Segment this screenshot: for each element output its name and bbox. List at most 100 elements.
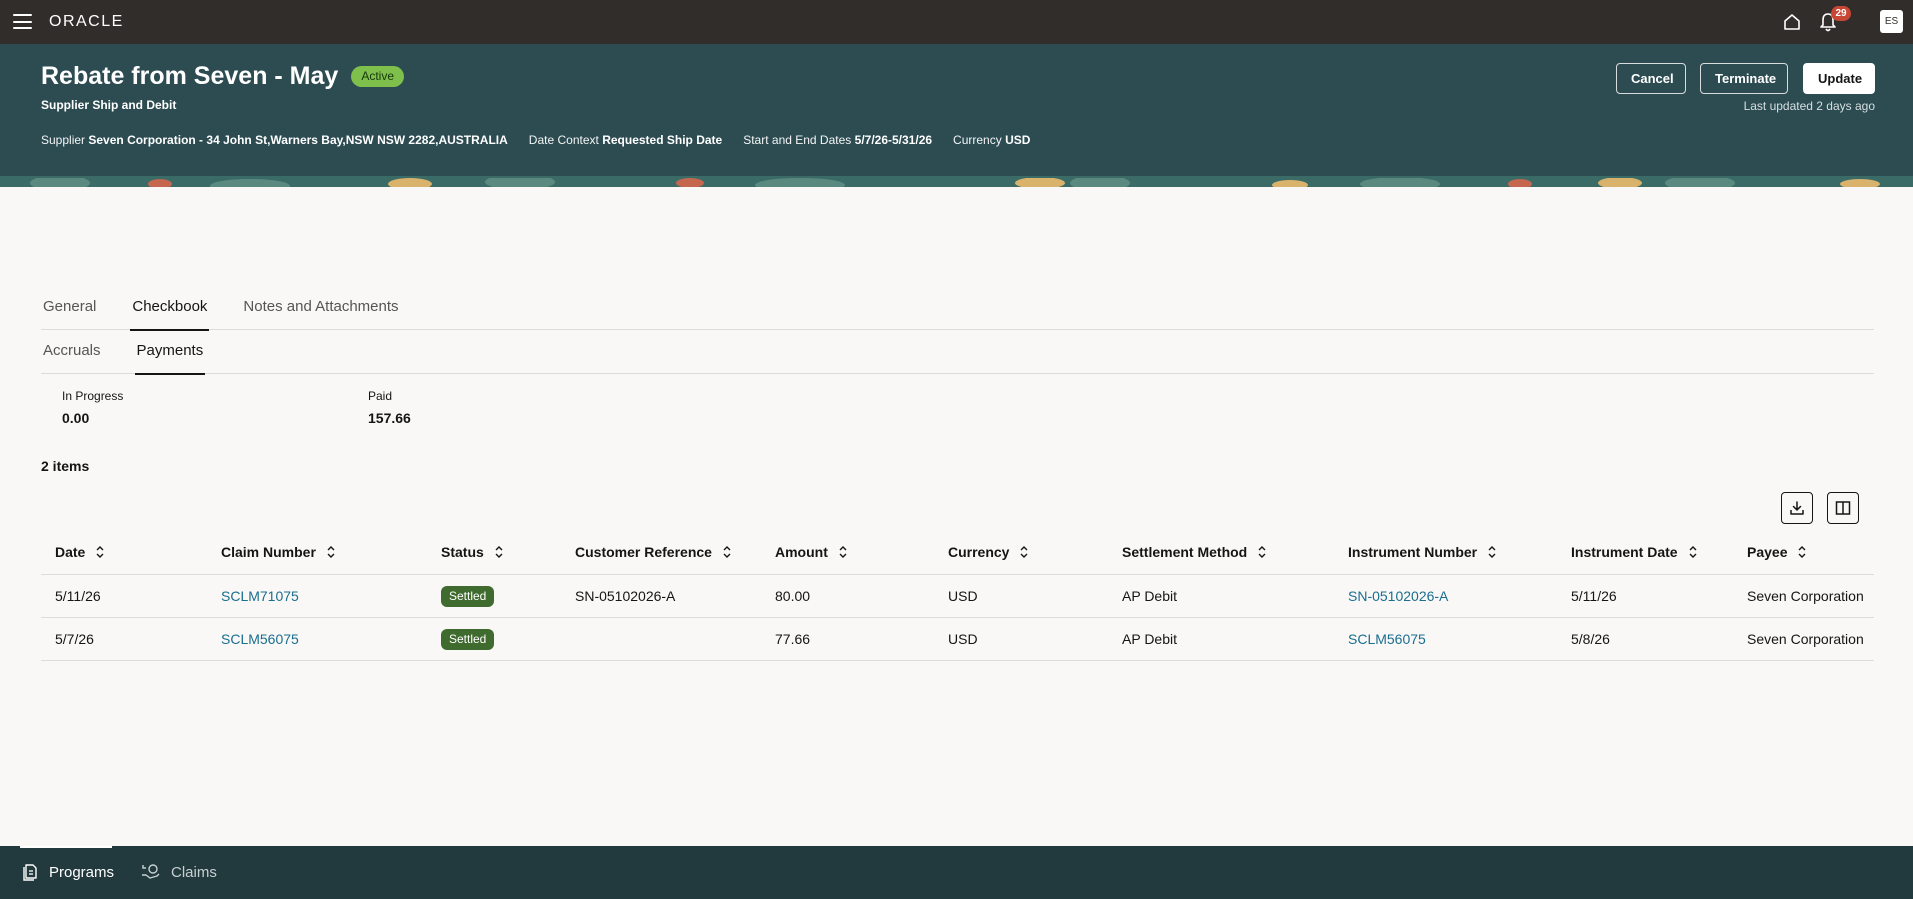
cell-settlement-method: AP Debit bbox=[1122, 588, 1177, 604]
paid-summary: Paid 157.66 bbox=[368, 389, 411, 426]
nav-claims-label: Claims bbox=[171, 863, 217, 881]
columns-icon bbox=[1835, 501, 1851, 515]
title-row: Rebate from Seven - May Active bbox=[41, 62, 405, 91]
page-title: Rebate from Seven - May bbox=[41, 62, 339, 90]
col-header-label: Claim Number bbox=[221, 544, 316, 560]
main-tabs: General Checkbook Notes and Attachments bbox=[41, 298, 1874, 331]
instrument-number-link[interactable]: SN-05102026-A bbox=[1348, 588, 1448, 604]
sub-tabs: Accruals Payments bbox=[41, 342, 1874, 375]
col-header-instrument-date[interactable]: Instrument Date bbox=[1571, 544, 1698, 560]
dates-label: Start and End Dates bbox=[743, 133, 852, 147]
sort-icon bbox=[495, 546, 503, 558]
cell-settlement-method: AP Debit bbox=[1122, 631, 1177, 647]
export-button[interactable] bbox=[1781, 492, 1813, 524]
col-header-status[interactable]: Status bbox=[441, 544, 504, 560]
supplier-value: Seven Corporation - 34 John St,Warners B… bbox=[88, 133, 508, 147]
tab-general[interactable]: General bbox=[41, 298, 98, 330]
claims-icon bbox=[142, 864, 160, 879]
cell-customer-reference: SN-05102026-A bbox=[575, 588, 676, 604]
cancel-button[interactable]: Cancel bbox=[1616, 63, 1686, 94]
sort-icon bbox=[723, 546, 731, 558]
tab-checkbook[interactable]: Checkbook bbox=[130, 298, 210, 331]
download-icon bbox=[1790, 501, 1804, 515]
cell-amount: 77.66 bbox=[775, 631, 811, 647]
cell-date: 5/7/26 bbox=[55, 631, 94, 647]
items-count: 2 items bbox=[41, 458, 90, 474]
claim-number-link[interactable]: SCLM56075 bbox=[221, 631, 299, 647]
program-meta: Supplier Seven Corporation - 34 John St,… bbox=[41, 133, 1030, 147]
col-header-label: Settlement Method bbox=[1122, 544, 1248, 560]
programs-icon bbox=[23, 864, 37, 881]
decorative-banner bbox=[0, 176, 1913, 187]
page-subtitle: Supplier Ship and Debit bbox=[41, 98, 177, 112]
banner-pattern-icon bbox=[0, 176, 1913, 187]
currency-meta: Currency USD bbox=[953, 133, 1030, 147]
tab-accruals[interactable]: Accruals bbox=[41, 342, 103, 374]
dates-meta: Start and End Dates 5/7/26-5/31/26 bbox=[743, 133, 932, 147]
home-icon[interactable] bbox=[1782, 12, 1802, 32]
notification-badge: 29 bbox=[1831, 6, 1851, 21]
payments-table: Date Claim Number Status Customer Refere… bbox=[41, 535, 1874, 661]
col-header-label: Status bbox=[441, 544, 484, 560]
oracle-logo: ORACLE bbox=[49, 13, 124, 30]
claim-number-link[interactable]: SCLM71075 bbox=[221, 588, 299, 604]
col-header-date[interactable]: Date bbox=[55, 544, 105, 560]
paid-value: 157.66 bbox=[368, 410, 411, 426]
col-header-payee[interactable]: Payee bbox=[1747, 544, 1807, 560]
col-header-label: Currency bbox=[948, 544, 1010, 560]
col-header-instrument-number[interactable]: Instrument Number bbox=[1348, 544, 1497, 560]
last-updated-text: Last updated 2 days ago bbox=[1743, 99, 1875, 113]
paid-label: Paid bbox=[368, 389, 393, 403]
cell-payee: Seven Corporation bbox=[1747, 631, 1864, 647]
dates-value: 5/7/26-5/31/26 bbox=[854, 133, 933, 147]
instrument-number-link[interactable]: SCLM56075 bbox=[1348, 631, 1426, 647]
status-badge: Active bbox=[351, 66, 405, 87]
in-progress-summary: In Progress 0.00 bbox=[62, 389, 123, 426]
columns-button[interactable] bbox=[1827, 492, 1859, 524]
nav-programs-label: Programs bbox=[49, 863, 115, 881]
table-row[interactable]: 5/11/26 SCLM71075 Settled SN-05102026-A … bbox=[41, 575, 1874, 618]
nav-programs[interactable]: Programs bbox=[21, 863, 114, 881]
sort-icon bbox=[839, 546, 847, 558]
cell-instrument-date: 5/11/26 bbox=[1571, 588, 1617, 604]
user-avatar[interactable]: ES bbox=[1880, 10, 1903, 33]
col-header-settlement-method[interactable]: Settlement Method bbox=[1122, 544, 1267, 560]
table-header-row: Date Claim Number Status Customer Refere… bbox=[41, 535, 1874, 575]
col-header-label: Customer Reference bbox=[575, 544, 712, 560]
col-header-currency[interactable]: Currency bbox=[948, 544, 1029, 560]
sort-icon bbox=[1020, 546, 1028, 558]
col-header-label: Instrument Date bbox=[1571, 544, 1678, 560]
cell-amount: 80.00 bbox=[775, 588, 811, 604]
cell-currency: USD bbox=[948, 631, 978, 647]
update-button[interactable]: Update bbox=[1803, 63, 1875, 94]
nav-active-indicator bbox=[20, 846, 112, 848]
col-header-claim-number[interactable]: Claim Number bbox=[221, 544, 336, 560]
top-bar: ORACLE 29 ES bbox=[0, 0, 1913, 44]
cell-date: 5/11/26 bbox=[55, 588, 101, 604]
currency-value: USD bbox=[1005, 133, 1031, 147]
hamburger-menu-icon[interactable] bbox=[13, 14, 32, 29]
col-header-customer-reference[interactable]: Customer Reference bbox=[575, 544, 732, 560]
date-context-label: Date Context bbox=[528, 133, 599, 147]
status-badge: Settled bbox=[441, 629, 495, 650]
bottom-nav: Programs Claims bbox=[0, 846, 1913, 899]
sort-icon bbox=[1488, 546, 1496, 558]
currency-label: Currency bbox=[953, 133, 1002, 147]
sort-icon bbox=[1689, 546, 1697, 558]
col-header-label: Amount bbox=[775, 544, 828, 560]
in-progress-label: In Progress bbox=[62, 389, 124, 403]
supplier-label: Supplier bbox=[41, 133, 86, 147]
sort-icon bbox=[1258, 546, 1266, 558]
table-row[interactable]: 5/7/26 SCLM56075 Settled 77.66 USD AP De… bbox=[41, 618, 1874, 661]
col-header-amount[interactable]: Amount bbox=[775, 544, 848, 560]
terminate-button[interactable]: Terminate bbox=[1700, 63, 1788, 94]
supplier-meta: Supplier Seven Corporation - 34 John St,… bbox=[41, 133, 508, 147]
col-header-label: Instrument Number bbox=[1348, 544, 1478, 560]
tab-notes-and-attachments[interactable]: Notes and Attachments bbox=[241, 298, 400, 330]
cell-currency: USD bbox=[948, 588, 978, 604]
sort-icon bbox=[1798, 546, 1806, 558]
cell-instrument-date: 5/8/26 bbox=[1571, 631, 1610, 647]
sort-icon bbox=[327, 546, 335, 558]
tab-payments[interactable]: Payments bbox=[134, 342, 206, 375]
nav-claims[interactable]: Claims bbox=[141, 863, 217, 881]
